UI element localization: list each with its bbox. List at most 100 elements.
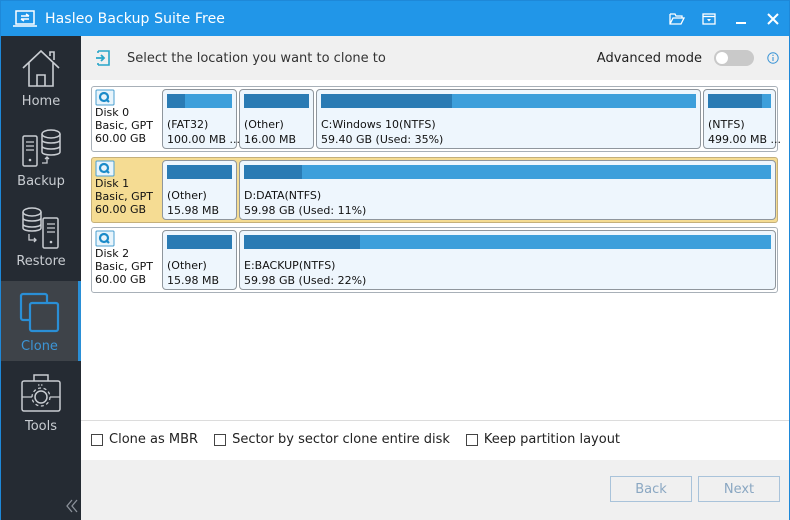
- usage-bar: [244, 235, 771, 249]
- checkbox-box[interactable]: [465, 433, 478, 446]
- option-label: Keep partition layout: [483, 432, 621, 447]
- title-bar: Hasleo Backup Suite Free: [1, 1, 789, 36]
- sector-by-sector-checkbox[interactable]: Sector by sector clone entire disk: [214, 432, 450, 447]
- double-chevron-left-icon[interactable]: [64, 498, 80, 514]
- advanced-mode-toggle[interactable]: [714, 50, 754, 66]
- disk-name: Disk 1: [95, 177, 130, 190]
- info-icon[interactable]: [767, 52, 779, 64]
- partition-label: (Other): [244, 118, 284, 131]
- disk-info: Disk 2 Basic, GPT 60.00 GB: [95, 230, 161, 290]
- partition[interactable]: E:BACKUP(NTFS) 59.98 GB (Used: 22%): [239, 230, 776, 290]
- page-instruction: Select the location you want to clone to: [127, 50, 386, 66]
- option-label: Sector by sector clone entire disk: [232, 432, 450, 447]
- sidebar-item-tools[interactable]: Tools: [1, 361, 81, 441]
- main-content: Select the location you want to clone to…: [81, 36, 789, 520]
- usage-bar-used: [244, 235, 360, 249]
- folder-open-icon: [669, 12, 685, 25]
- disk-icon: [95, 230, 115, 247]
- sidebar-item-backup[interactable]: Backup: [1, 116, 81, 196]
- sidebar-item-label: Clone: [21, 339, 58, 354]
- partition[interactable]: C:Windows 10(NTFS) 59.40 GB (Used: 35%): [316, 89, 701, 149]
- disk-row-1[interactable]: Disk 1 Basic, GPT 60.00 GB (Other) 15.98…: [91, 157, 778, 223]
- window-title: Hasleo Backup Suite Free: [45, 10, 225, 27]
- usage-bar: [244, 94, 309, 108]
- disk-row-2[interactable]: Disk 2 Basic, GPT 60.00 GB (Other) 15.98…: [91, 227, 778, 293]
- partition[interactable]: (Other) 15.98 MB: [162, 230, 237, 290]
- partition-label: C:Windows 10(NTFS): [321, 118, 436, 131]
- usage-bar: [167, 235, 232, 249]
- home-icon: [22, 49, 60, 87]
- sidebar-item-label: Backup: [17, 174, 65, 189]
- partition-detail: 59.40 GB (Used: 35%): [321, 133, 444, 146]
- usage-bar: [708, 94, 771, 108]
- disk-type: Basic, GPT: [95, 119, 153, 132]
- app-window: Hasleo Backup Suite Free Home Backup Res…: [0, 0, 790, 520]
- clone-target-icon: [96, 50, 110, 66]
- divider: [81, 420, 789, 421]
- close-icon: [767, 12, 779, 25]
- sidebar-item-label: Restore: [16, 254, 66, 269]
- sidebar-item-home[interactable]: Home: [1, 36, 81, 116]
- restore-icon: [22, 207, 59, 249]
- sidebar-item-clone[interactable]: Clone: [1, 281, 81, 361]
- tools-icon: [21, 374, 61, 412]
- next-button[interactable]: Next: [698, 476, 780, 502]
- usage-bar: [167, 165, 232, 179]
- disk-icon: [95, 160, 115, 177]
- usage-bar: [167, 94, 232, 108]
- usage-bar-used: [244, 94, 309, 108]
- disk-name: Disk 2: [95, 247, 130, 260]
- partition[interactable]: D:DATA(NTFS) 59.98 GB (Used: 11%): [239, 160, 776, 220]
- disk-size: 60.00 GB: [95, 132, 147, 145]
- partition-detail: 499.00 MB ...: [708, 133, 782, 146]
- checkbox-box[interactable]: [214, 433, 227, 446]
- app-logo-icon: [13, 9, 37, 27]
- partition[interactable]: (Other) 15.98 MB: [162, 160, 237, 220]
- partition-detail: 100.00 MB ...: [167, 133, 241, 146]
- partition-detail: 15.98 MB: [167, 274, 220, 287]
- checkbox-box[interactable]: [91, 433, 103, 446]
- disk-type: Basic, GPT: [95, 190, 153, 203]
- partition[interactable]: (FAT32) 100.00 MB ...: [162, 89, 241, 149]
- sidebar-item-label: Home: [21, 94, 61, 109]
- partition[interactable]: (NTFS) 499.00 MB ...: [703, 89, 781, 149]
- open-folder-button[interactable]: [661, 1, 693, 36]
- page-header: Select the location you want to clone to…: [81, 36, 789, 80]
- partition-detail: 16.00 MB: [244, 133, 297, 146]
- disk-size: 60.00 GB: [95, 203, 147, 216]
- footer: Back Next: [81, 460, 789, 520]
- minimize-icon: [736, 21, 746, 24]
- partition-label: (NTFS): [708, 118, 745, 131]
- back-button[interactable]: Back: [610, 476, 692, 502]
- usage-bar-used: [167, 165, 232, 179]
- usage-bar-used: [321, 94, 453, 108]
- close-button[interactable]: [757, 1, 789, 36]
- partition-detail: 59.98 GB (Used: 11%): [244, 204, 367, 217]
- disk-icon: [95, 89, 115, 106]
- minimize-button[interactable]: [725, 1, 757, 36]
- partition-label: D:DATA(NTFS): [244, 189, 322, 202]
- partition-label: (FAT32): [167, 118, 209, 131]
- partition[interactable]: (Other) 16.00 MB: [239, 89, 314, 149]
- usage-bar-used: [244, 165, 302, 179]
- disk-size: 60.00 GB: [95, 273, 147, 286]
- disk-row-0[interactable]: Disk 0 Basic, GPT 60.00 GB (FAT32) 100.0…: [91, 86, 781, 152]
- advanced-mode-label: Advanced mode: [596, 50, 702, 66]
- keep-partition-layout-checkbox[interactable]: Keep partition layout: [465, 432, 621, 447]
- usage-bar-used: [708, 94, 762, 108]
- sidebar-item-restore[interactable]: Restore: [1, 196, 81, 276]
- menu-button[interactable]: [693, 1, 725, 36]
- usage-bar: [244, 165, 771, 179]
- partition-label: E:BACKUP(NTFS): [244, 259, 336, 272]
- clone-icon: [19, 292, 59, 333]
- sidebar: Home Backup Restore Clone Tools: [1, 36, 81, 520]
- dropdown-menu-icon: [702, 12, 716, 25]
- disk-name: Disk 0: [95, 106, 130, 119]
- disk-info: Disk 1 Basic, GPT 60.00 GB: [95, 160, 161, 220]
- clone-as-mbr-checkbox[interactable]: Clone as MBR: [91, 432, 198, 447]
- partition-detail: 59.98 GB (Used: 22%): [244, 274, 367, 287]
- disk-type: Basic, GPT: [95, 260, 153, 273]
- partition-detail: 15.98 MB: [167, 204, 220, 217]
- usage-bar-used: [167, 94, 185, 108]
- sidebar-item-label: Tools: [24, 419, 58, 434]
